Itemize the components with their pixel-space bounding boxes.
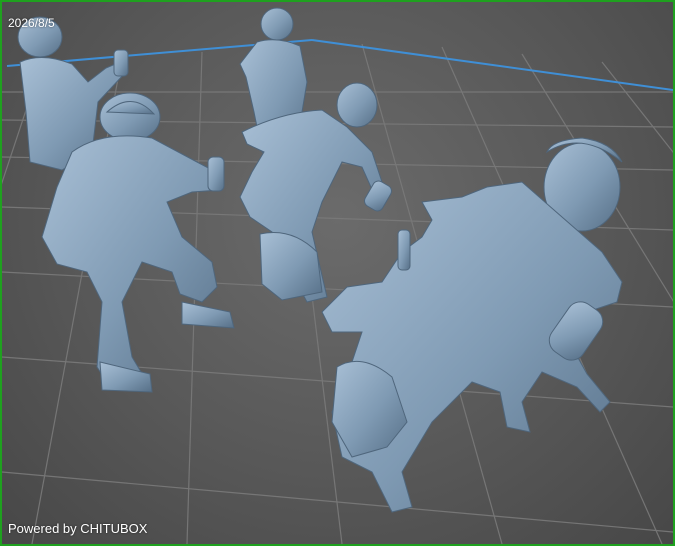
date-label: 2026/8/5 bbox=[8, 16, 55, 30]
build-plate-scene[interactable] bbox=[2, 2, 673, 544]
3d-viewport[interactable]: 2026/8/5 Powered by CHITUBOX bbox=[0, 0, 675, 546]
powered-by-watermark: Powered by CHITUBOX bbox=[8, 521, 148, 536]
